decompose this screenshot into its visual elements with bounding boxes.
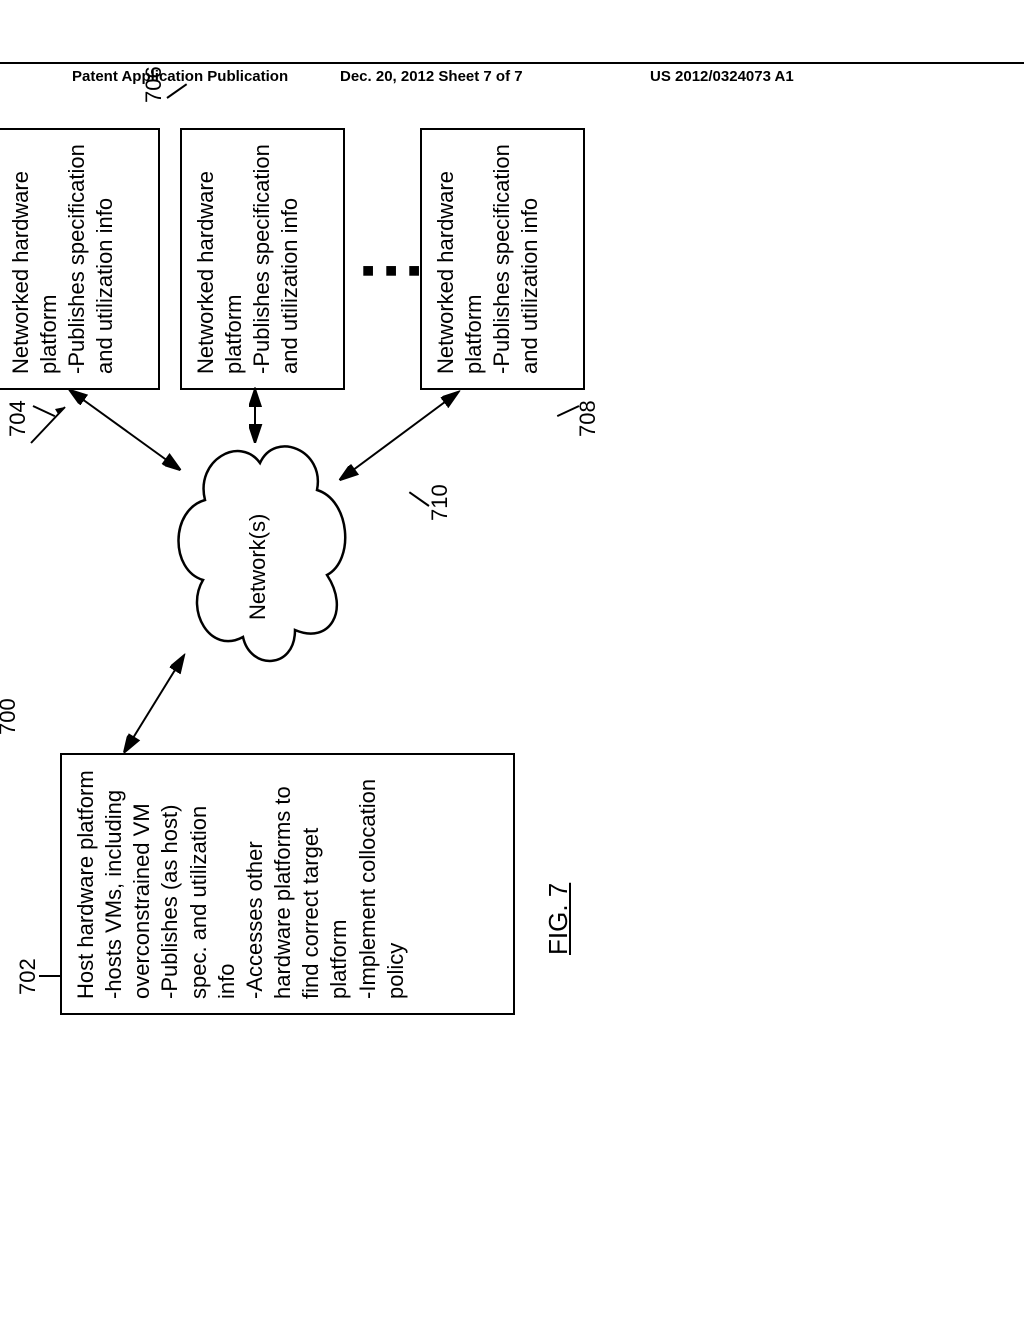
host-box-line-1: -hosts VMs, including overconstrained VM: [100, 769, 156, 999]
host-box-title: Host hardware platform: [72, 769, 100, 999]
ref-710-label: 710: [427, 484, 452, 521]
ellipsis-dots-icon: ■ ■ ■: [357, 251, 426, 277]
arrow-host-cloud-icon: [115, 653, 195, 753]
net-box-1-title: Networked hardware platform: [7, 144, 63, 374]
arrow-cloud-box1-icon: [65, 385, 185, 473]
net-box-2-title: Networked hardware platform: [192, 144, 248, 374]
header-right: US 2012/0324073 A1: [640, 68, 1024, 85]
arrow-cloud-box2-icon: [245, 385, 265, 445]
host-box-line-2: -Publishes (as host) spec. and utilizati…: [156, 769, 240, 999]
figure-caption: FIG. 7: [543, 883, 574, 955]
host-hardware-platform-box: Host hardware platform -hosts VMs, inclu…: [60, 753, 515, 1015]
network-cloud-label: Network(s): [245, 514, 271, 620]
ref-706-leader-icon: [166, 83, 187, 98]
host-box-line-3: -Accesses other hardware platforms to fi…: [241, 769, 354, 999]
ref-706-label: 706: [141, 66, 166, 103]
net-box-2-line: -Publishes specification and utilization…: [248, 144, 304, 374]
net-box-3-line: -Publishes specification and utilization…: [488, 144, 544, 374]
ref-704: 704: [5, 400, 31, 437]
ref-704-label: 704: [5, 400, 30, 437]
ref-700-label: 700: [0, 698, 20, 735]
net-box-3-title: Networked hardware platform: [432, 144, 488, 374]
net-box-1-line: -Publishes specification and utilization…: [63, 144, 119, 374]
ref-710: 710: [427, 484, 453, 521]
ref-702-leader-icon: [39, 975, 61, 977]
host-box-line-4: -Implement collocation policy: [354, 769, 410, 999]
ref-706: 706: [141, 66, 167, 103]
ref-702: 702: [15, 958, 41, 995]
arrow-cloud-box3-icon: [335, 385, 465, 485]
networked-platform-box-2: Networked hardware platform -Publishes s…: [180, 128, 345, 390]
networked-platform-box-3: Networked hardware platform -Publishes s…: [420, 128, 585, 390]
ref-700-arrow-icon: [25, 401, 71, 447]
header-left: Patent Application Publication: [0, 68, 340, 85]
header-mid: Dec. 20, 2012 Sheet 7 of 7: [340, 68, 640, 85]
ref-702-label: 702: [15, 958, 40, 995]
figure-7: Host hardware platform -hosts VMs, inclu…: [0, 315, 925, 1015]
networked-platform-box-1: Networked hardware platform -Publishes s…: [0, 128, 160, 390]
ref-700: 700: [0, 698, 21, 735]
